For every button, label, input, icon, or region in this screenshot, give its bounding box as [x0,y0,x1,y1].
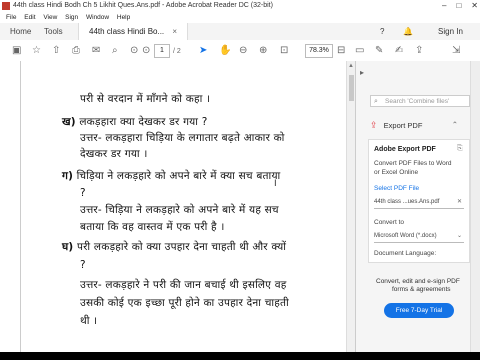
doc-line: ख) लकड़हारा क्या देखकर डर गया ? [62,116,208,128]
comment-icon[interactable]: ▭ [355,44,364,57]
doc-line: घ) परी लकड़हारे को क्या उपहार देना चाहती… [62,241,287,253]
tab-document[interactable]: 44th class Hindi Bo... × [78,23,189,40]
fit-page-icon[interactable]: ⊡ [280,44,288,57]
document-language-label: Document Language: [374,250,437,257]
tab-close-icon[interactable]: × [172,27,177,36]
menu-help[interactable]: Help [117,14,130,21]
page-up-icon[interactable]: ⊙ [130,44,138,57]
free-trial-button[interactable]: Free 7-Day Trial [384,303,454,318]
question-marker: ख) [62,116,76,128]
doc-line: देखकर डर गया । [80,148,148,160]
convert-to-label: Convert to [374,219,404,226]
export-pdf-icon: ⇪ [370,120,378,130]
bottom-letterbox [0,352,480,360]
text-cursor-icon: I [274,179,277,189]
acrobat-app-icon [2,2,10,10]
help-icon[interactable]: ? [380,23,384,40]
doc-line: उत्तर- लकड़हारे ने परी की जान बचाई थी इस… [80,279,287,291]
export-pdf-title: Export PDF [383,121,423,130]
bookmark-icon[interactable]: ☆ [32,44,41,57]
question-marker: ग) [62,170,74,182]
page-total: / 2 [173,48,181,55]
page-down-icon[interactable]: ⊙ [142,44,150,57]
acrobat-window: 44th class Hindi Bodh Ch 5 Likhit Ques.A… [0,0,480,360]
upload-icon[interactable]: ⇧ [52,44,60,57]
menu-edit[interactable]: Edit [24,14,35,21]
sign-icon[interactable]: ✍ [395,44,403,57]
search-input[interactable]: ⌕ Search 'Combine files' [370,95,470,107]
sign-in-link[interactable]: Sign In [438,23,463,40]
doc-line: उसकी कोई एक इच्छा पूरी होने का उपहार देन… [80,297,289,309]
print-icon[interactable]: ⎙ [72,44,80,57]
page-number-input[interactable]: 1 [154,44,170,58]
window-title: 44th class Hindi Bodh Ch 5 Likhit Ques.A… [13,2,273,9]
card-desc: Convert PDF Files to Word [374,160,452,167]
bell-icon[interactable]: 🔔 [403,23,413,40]
fit-width-icon[interactable]: ⊟ [337,44,345,57]
save-icon[interactable]: ▣ [12,44,21,57]
menu-window[interactable]: Window [86,14,109,21]
doc-line: परी से वरदान में माँगने को कहा । [80,93,211,105]
tab-tools[interactable]: Tools [44,23,63,40]
menu-bar: File Edit View Sign Window Help [0,12,480,23]
share-icon[interactable]: ⇪ [415,44,423,57]
scroll-thumb[interactable] [349,75,354,101]
window-controls: – □ ✕ [442,0,478,12]
doc-line: उत्तर- चिड़िया ने लकड़हारे को अपने बारे … [80,204,279,216]
zoom-level[interactable]: 78.3% [305,44,333,58]
tab-document-label: 44th class Hindi Bo... [89,27,165,36]
doc-line: ? [80,187,86,199]
hand-tool-icon[interactable]: ✋ [219,44,231,57]
close-button[interactable]: ✕ [471,0,478,12]
file-name: 44th class ...ues.Ans.pdf [374,199,440,205]
zoom-out-icon[interactable]: ⊖ [239,44,247,57]
convert-format-value: Microsoft Word (*.docx) [374,233,437,239]
minimize-button[interactable]: – [442,0,446,12]
selected-file[interactable]: 44th class ...ues.Ans.pdf ✕ [374,196,464,209]
doc-line: उत्तर- लकड़हारा चिड़िया के लगातार बढ़ते … [80,132,285,144]
card-title: Adobe Export PDF [374,146,436,153]
pane-scrollbar[interactable] [470,61,480,360]
clear-file-icon[interactable]: ✕ [457,196,462,208]
search-icon: ⌕ [374,98,378,105]
tab-bar: Home Tools 44th class Hindi Bo... × ? 🔔 … [0,23,480,41]
menu-view[interactable]: View [43,14,57,21]
menu-file[interactable]: File [6,14,16,21]
tab-home[interactable]: Home [10,23,31,40]
doc-line: ? [80,259,86,271]
highlight-icon[interactable]: ✎ [375,44,383,57]
card-desc: or Excel Online [374,169,419,176]
select-cursor-icon[interactable]: ➤ [199,44,207,57]
chevron-up-icon[interactable]: ⌃ [452,117,458,133]
menu-sign[interactable]: Sign [65,14,78,21]
promo-section: Convert, edit and e-sign PDF forms & agr… [368,270,468,330]
maximize-button[interactable]: □ [456,0,461,12]
toolbar: ▣ ☆ ⇧ ⎙ ✉ ⌕ ⊙ ⊙ 1 / 2 ➤ ✋ ⊖ ⊕ ⊡ 78.3% ⊟ … [0,40,480,62]
doc-line: थी । [80,315,98,327]
promo-text: forms & agreements [392,286,451,293]
page-edge [20,61,21,360]
info-icon[interactable]: ⎘ [457,145,463,153]
title-bar: 44th class Hindi Bodh Ch 5 Likhit Ques.A… [0,0,480,12]
export-card: Adobe Export PDF ⎘ Convert PDF Files to … [368,139,470,263]
chevron-down-icon: ⌄ [456,233,462,239]
promo-text: Convert, edit and e-sign PDF [376,278,460,285]
collapse-pane-icon[interactable]: ▸ [360,68,364,77]
search-icon[interactable]: ⌕ [112,44,118,57]
question-marker: घ) [62,241,74,253]
convert-format-select[interactable]: Microsoft Word (*.docx) ⌄ [374,230,464,243]
doc-line: ग) चिड़िया ने लकड़हारे को अपने बारे में … [62,170,281,182]
mail-icon[interactable]: ✉ [92,44,100,57]
more-tools-icon[interactable]: ⇲ [452,44,460,57]
doc-line: बताया कि वह वास्तव में एक परी है । [80,221,225,233]
zoom-in-icon[interactable]: ⊕ [259,44,267,57]
scroll-up-icon[interactable]: ▲ [348,63,354,69]
select-pdf-file-link[interactable]: Select PDF File [374,185,419,192]
export-pdf-header[interactable]: ⇪ Export PDF ⌃ [370,117,470,133]
search-placeholder: Search 'Combine files' [385,98,450,105]
